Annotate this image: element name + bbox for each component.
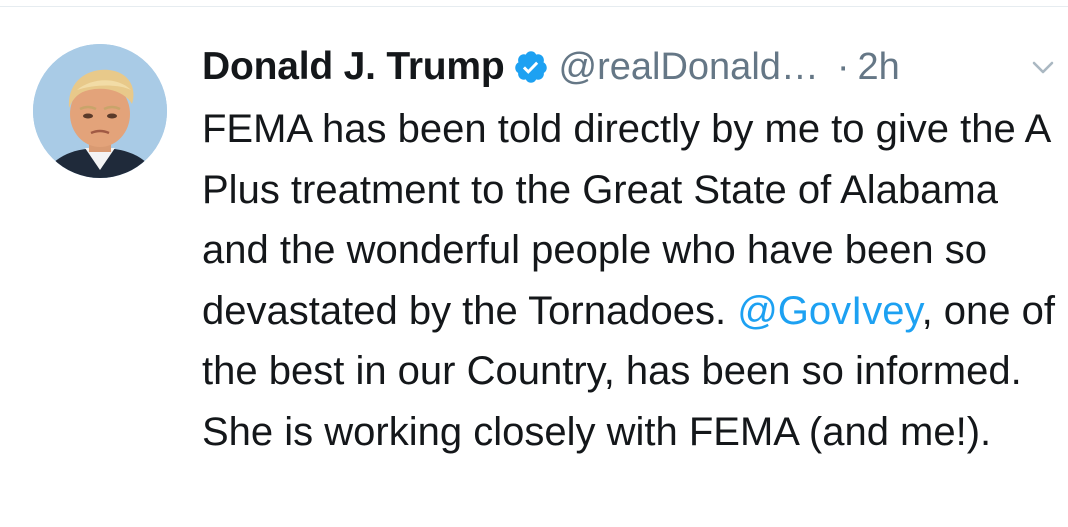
mention-link[interactable]: @GovIvey — [737, 289, 921, 333]
chevron-down-icon[interactable] — [1032, 59, 1054, 77]
avatar-image — [33, 44, 167, 178]
separator-dot: · — [836, 45, 850, 88]
tweet-text: FEMA has been told directly by me to giv… — [202, 99, 1062, 462]
top-divider — [0, 0, 1068, 7]
tweet[interactable]: Donald J. Trump @realDonald… · 2h FEMA h… — [0, 7, 1068, 527]
user-handle[interactable]: @realDonald… — [559, 46, 819, 89]
display-name[interactable]: Donald J. Trump — [202, 45, 505, 89]
tweet-content: Donald J. Trump @realDonald… · 2h FEMA h… — [202, 39, 1055, 462]
tweet-header: Donald J. Trump @realDonald… · 2h — [202, 39, 1054, 95]
avatar[interactable] — [33, 44, 167, 178]
verified-badge-icon — [513, 49, 549, 85]
timestamp[interactable]: 2h — [858, 46, 900, 89]
